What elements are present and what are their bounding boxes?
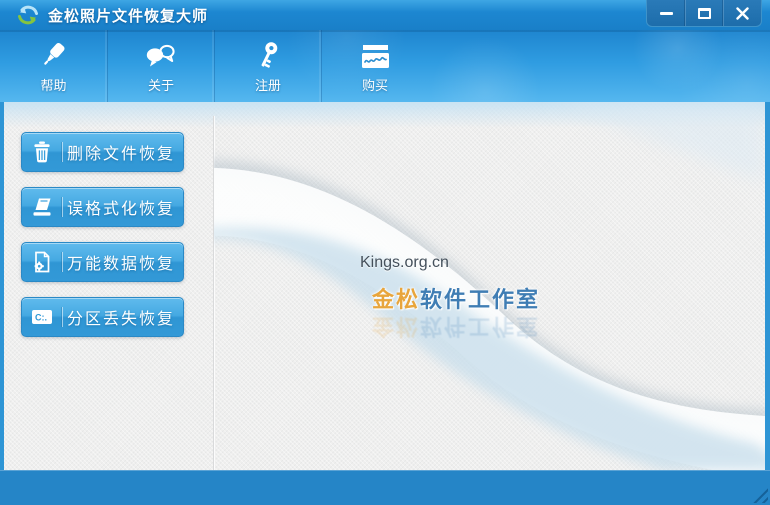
window-right-border	[765, 102, 770, 470]
trash-icon	[22, 141, 62, 163]
brand-blue-text: 软件工作室	[420, 287, 541, 312]
toolbar-label-buy: 购买	[361, 78, 388, 93]
window-left-border	[0, 102, 4, 470]
toolbar-label-help: 帮助	[40, 78, 67, 93]
sidebar-button-format-recovery[interactable]: 误格式化恢复	[21, 187, 184, 227]
sidebar-button-universal-data-recovery[interactable]: 万能数据恢复	[21, 242, 184, 282]
key-icon	[253, 38, 283, 72]
sidebar-button-partition-loss-recovery[interactable]: C:. 分区丢失恢复	[21, 297, 184, 337]
toolbar-button-about[interactable]: 关于	[107, 30, 214, 102]
minimize-icon	[659, 11, 673, 15]
close-button[interactable]	[723, 0, 761, 26]
content-area: 删除文件恢复 误格式化恢复 万能数据恢复 C:. 分区丢失恢复 Kings.or…	[0, 102, 770, 470]
toolbar-label-register: 注册	[254, 78, 281, 93]
toolbar-button-buy[interactable]: 购买	[321, 30, 428, 102]
status-bar	[0, 470, 770, 505]
minimize-button[interactable]	[647, 0, 685, 26]
resize-grip[interactable]	[748, 483, 768, 503]
maximize-button[interactable]	[685, 0, 723, 26]
watermark-site-text: Kings.org.cn	[360, 254, 449, 271]
toolbar-label-about: 关于	[147, 78, 174, 93]
drive-partition-icon: C:.	[22, 308, 62, 327]
watermark-reflection: 金松软件工作室	[372, 314, 541, 339]
maximize-icon	[698, 7, 711, 19]
document-gear-icon	[22, 251, 62, 273]
close-icon	[736, 6, 749, 20]
app-window: 金松照片文件恢复大师 帮助 关于 注册 购买 删除文件恢复 误格式化恢复 万能数…	[0, 0, 770, 505]
brand-gold-text: 金松	[372, 287, 421, 312]
sidebar-button-label: 删除文件恢复	[66, 146, 175, 163]
watermark-brand-text: 金松软件工作室	[372, 282, 540, 314]
toolbar: 帮助 关于 注册 购买	[0, 30, 770, 102]
toolbar-button-help[interactable]: 帮助	[0, 30, 107, 102]
chat-bubbles-icon	[144, 38, 178, 72]
window-title: 金松照片文件恢复大师	[48, 7, 209, 25]
sidebar-button-label: 万能数据恢复	[66, 256, 175, 273]
main-panel: Kings.org.cn 金松软件工作室 金松软件工作室	[214, 102, 765, 470]
sidebar-button-label: 分区丢失恢复	[66, 311, 175, 328]
drive-letter-text: C:.	[35, 312, 47, 322]
sync-arrows-logo-icon	[18, 5, 38, 25]
bank-card-icon	[358, 38, 392, 72]
window-controls	[646, 0, 762, 27]
toolbar-button-register[interactable]: 注册	[214, 30, 321, 102]
format-disk-icon	[22, 197, 62, 218]
sidebar-button-label: 误格式化恢复	[66, 201, 175, 218]
sidebar-button-deleted-file-recovery[interactable]: 删除文件恢复	[21, 132, 184, 172]
title-bar: 金松照片文件恢复大师	[0, 0, 770, 30]
marker-pen-icon	[39, 38, 69, 72]
